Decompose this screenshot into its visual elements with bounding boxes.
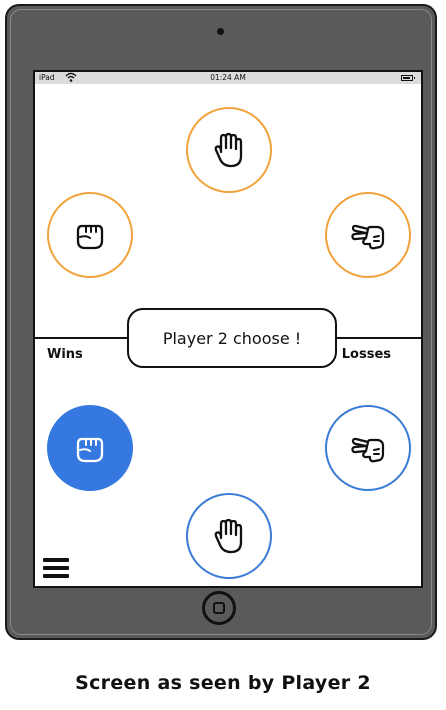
open-hand-icon xyxy=(214,132,243,168)
home-button[interactable] xyxy=(202,591,236,625)
open-hand-icon xyxy=(214,518,243,554)
wins-label: Wins xyxy=(47,347,83,362)
scissors-hand-icon xyxy=(351,224,385,250)
caption-text: Screen as seen by Player 2 xyxy=(75,672,371,694)
player-scissors-button[interactable] xyxy=(325,405,411,491)
fist-icon xyxy=(76,437,104,463)
battery-icon xyxy=(401,75,415,81)
player-paper-button[interactable] xyxy=(186,493,272,579)
prompt-text: Player 2 choose ! xyxy=(162,328,302,348)
status-bar: iPad 01:24 AM xyxy=(35,72,421,84)
app-screen: iPad 01:24 AM Wins Losses Player 2 choos… xyxy=(33,70,423,588)
left-divider xyxy=(35,337,129,339)
camera-dot xyxy=(217,28,224,35)
losses-label: Losses xyxy=(341,347,391,362)
fist-icon xyxy=(76,224,104,250)
status-time: 01:24 AM xyxy=(210,73,246,82)
opponent-paper-button xyxy=(186,107,272,193)
scissors-hand-icon xyxy=(351,437,385,463)
prompt-bubble: Player 2 choose ! xyxy=(127,308,337,368)
opponent-rock-button xyxy=(47,192,133,278)
right-divider xyxy=(335,337,421,339)
hamburger-menu-icon[interactable] xyxy=(43,558,69,580)
player-rock-button[interactable] xyxy=(47,405,133,491)
opponent-scissors-button xyxy=(325,192,411,278)
ipad-device-frame: iPad 01:24 AM Wins Losses Player 2 choos… xyxy=(5,4,437,640)
